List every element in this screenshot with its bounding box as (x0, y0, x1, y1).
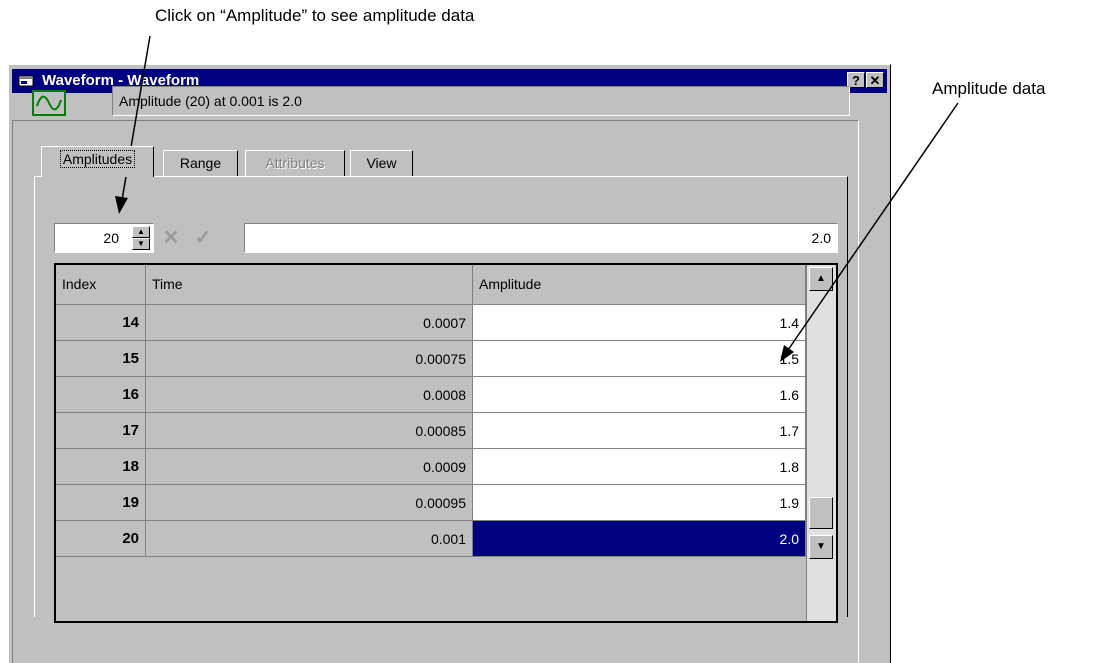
arrow-head-icon (780, 345, 794, 362)
annotation-arrow-amplitude (787, 102, 959, 351)
arrow-head-icon (115, 196, 128, 214)
annotation-arrows (115, 35, 959, 362)
tab-amplitudes[interactable]: Amplitudes (41, 146, 154, 177)
tab-label: Amplitudes (59, 150, 136, 168)
